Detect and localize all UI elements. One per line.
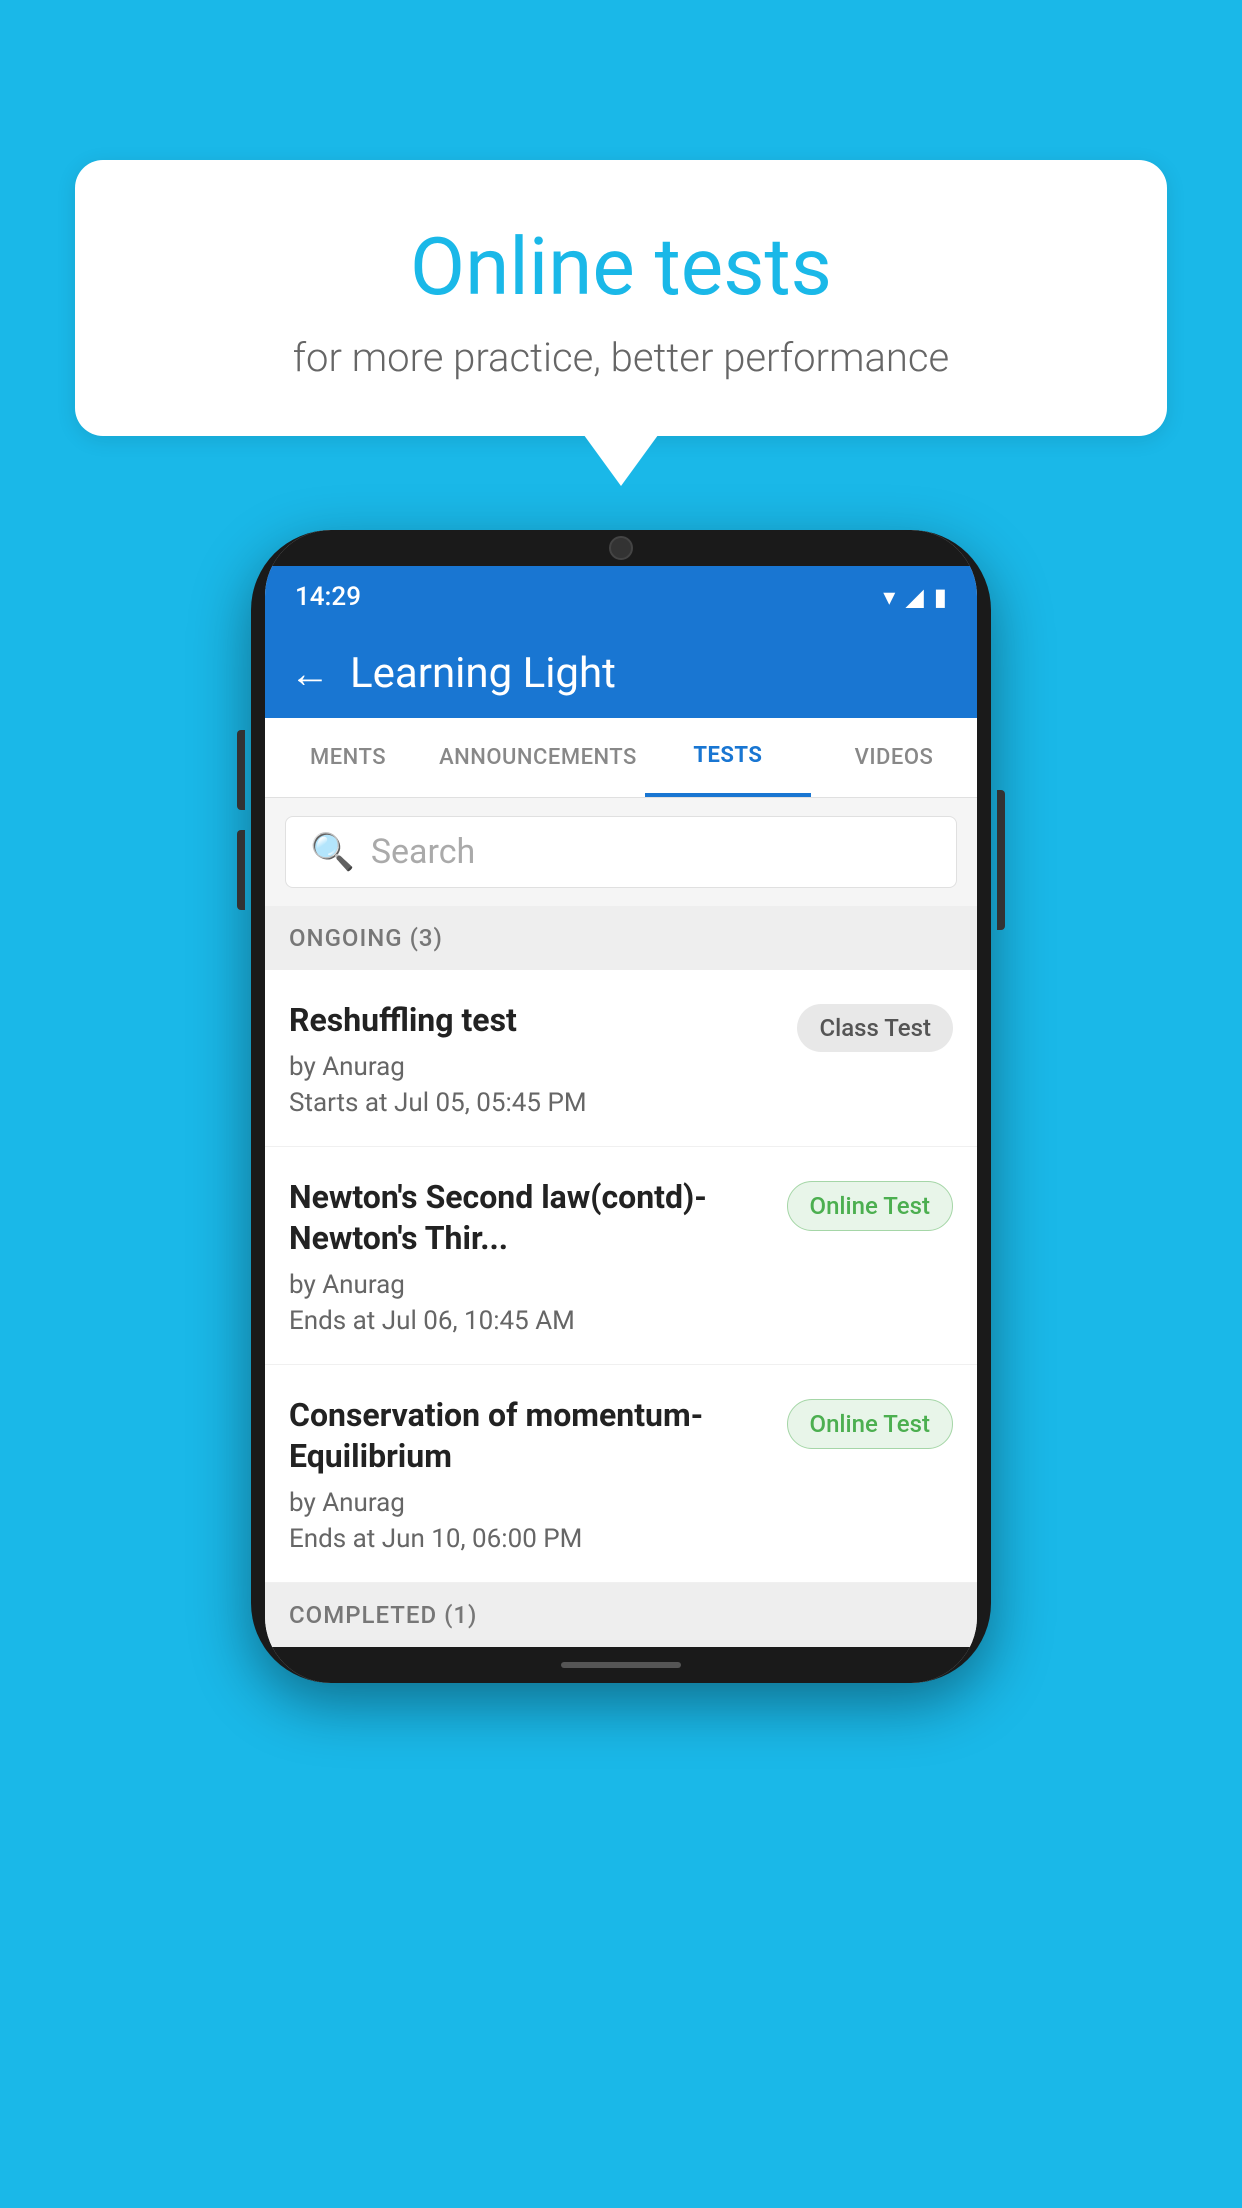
search-box[interactable]: 🔍 Search <box>285 816 957 888</box>
test-item-3[interactable]: Conservation of momentum-Equilibrium by … <box>265 1365 977 1583</box>
test-info-2: Newton's Second law(contd)-Newton's Thir… <box>289 1177 787 1336</box>
tab-tests[interactable]: TESTS <box>645 718 811 797</box>
completed-section-header: COMPLETED (1) <box>265 1583 977 1647</box>
tab-announcements[interactable]: ANNOUNCEMENTS <box>431 718 645 797</box>
test-item-2[interactable]: Newton's Second law(contd)-Newton's Thir… <box>265 1147 977 1365</box>
test-badge-3: Online Test <box>787 1399 953 1449</box>
phone-top-bezel <box>265 530 977 566</box>
test-badge-2: Online Test <box>787 1181 953 1231</box>
ongoing-section-header: ONGOING (3) <box>265 906 977 970</box>
phone-mockup: 14:29 ▾ ◢ ▮ ← Learning Light MENTS ANNOU… <box>251 530 991 1683</box>
status-icons: ▾ ◢ ▮ <box>883 583 947 611</box>
signal-icon: ◢ <box>905 583 923 611</box>
phone-bottom-bezel <box>265 1647 977 1683</box>
back-button[interactable]: ← <box>290 650 330 697</box>
test-info-1: Reshuffling test by Anurag Starts at Jul… <box>289 1000 797 1118</box>
power-button <box>997 790 1005 930</box>
test-item-1[interactable]: Reshuffling test by Anurag Starts at Jul… <box>265 970 977 1147</box>
tab-videos[interactable]: VIDEOS <box>811 718 977 797</box>
test-author-2: by Anurag <box>289 1270 767 1300</box>
tabs-bar: MENTS ANNOUNCEMENTS TESTS VIDEOS <box>265 718 977 798</box>
test-author-3: by Anurag <box>289 1488 767 1518</box>
test-info-3: Conservation of momentum-Equilibrium by … <box>289 1395 787 1554</box>
bubble-subtitle: for more practice, better performance <box>125 334 1117 381</box>
test-time-2: Ends at Jul 06, 10:45 AM <box>289 1306 767 1336</box>
test-name-3: Conservation of momentum-Equilibrium <box>289 1395 767 1478</box>
status-time: 14:29 <box>295 582 361 612</box>
app-bar: ← Learning Light <box>265 628 977 718</box>
wifi-icon: ▾ <box>883 583 895 611</box>
test-badge-1: Class Test <box>797 1004 953 1052</box>
status-bar: 14:29 ▾ ◢ ▮ <box>265 566 977 628</box>
tab-ments[interactable]: MENTS <box>265 718 431 797</box>
volume-down-button <box>237 830 245 910</box>
bubble-title: Online tests <box>125 220 1117 314</box>
front-camera <box>609 536 633 560</box>
test-time-3: Ends at Jun 10, 06:00 PM <box>289 1524 767 1554</box>
app-bar-title: Learning Light <box>350 649 616 698</box>
volume-up-button <box>237 730 245 810</box>
phone-screen: 14:29 ▾ ◢ ▮ ← Learning Light MENTS ANNOU… <box>265 530 977 1683</box>
search-icon: 🔍 <box>310 831 355 873</box>
phone-frame: 14:29 ▾ ◢ ▮ ← Learning Light MENTS ANNOU… <box>251 530 991 1683</box>
test-time-1: Starts at Jul 05, 05:45 PM <box>289 1088 777 1118</box>
home-indicator <box>561 1662 681 1668</box>
search-placeholder: Search <box>371 832 475 872</box>
battery-icon: ▮ <box>934 583 947 611</box>
test-name-1: Reshuffling test <box>289 1000 777 1042</box>
test-author-1: by Anurag <box>289 1052 777 1082</box>
search-container: 🔍 Search <box>265 798 977 906</box>
speech-bubble: Online tests for more practice, better p… <box>75 160 1167 436</box>
test-name-2: Newton's Second law(contd)-Newton's Thir… <box>289 1177 767 1260</box>
